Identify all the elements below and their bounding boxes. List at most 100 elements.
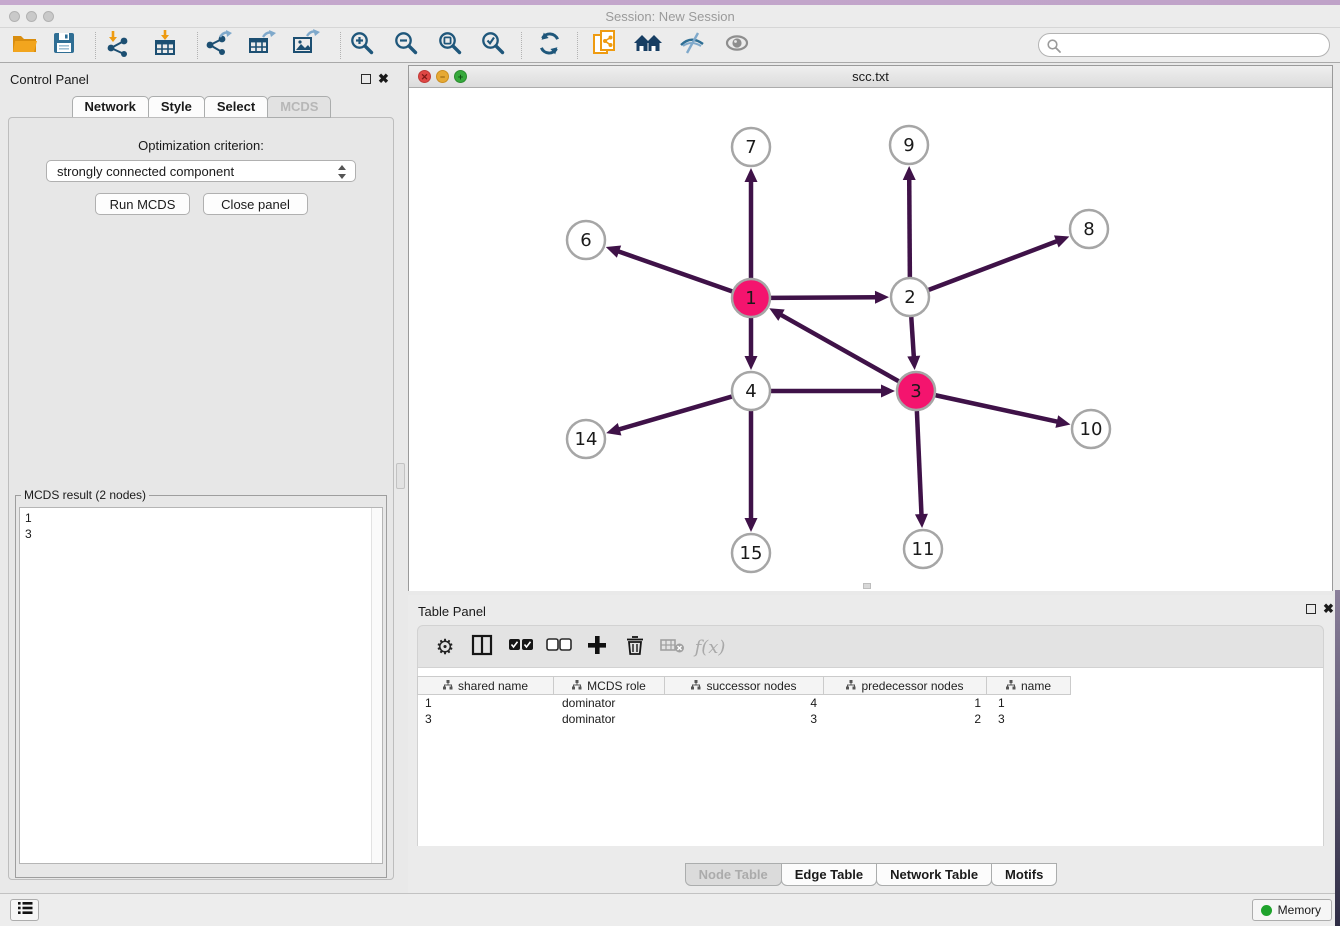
memory-button[interactable]: Memory bbox=[1252, 899, 1332, 921]
zoom-out-button[interactable] bbox=[388, 30, 424, 61]
graph-node-3[interactable]: 3 bbox=[897, 372, 935, 410]
table-tab-motifs[interactable]: Motifs bbox=[991, 863, 1057, 886]
graph-edge-3-1[interactable] bbox=[779, 314, 899, 381]
refresh-icon bbox=[536, 30, 563, 62]
graph-node-9[interactable]: 9 bbox=[890, 126, 928, 164]
column-header-successor-nodes[interactable]: successor nodes bbox=[664, 676, 824, 695]
column-header-MCDS-role[interactable]: MCDS role bbox=[553, 676, 665, 695]
graph-edge-2-9[interactable] bbox=[909, 177, 910, 277]
table-tab-edge-table[interactable]: Edge Table bbox=[781, 863, 877, 886]
clone-network-button[interactable] bbox=[587, 30, 623, 61]
export-image-button[interactable] bbox=[287, 30, 323, 61]
table-cell[interactable]: 3 bbox=[991, 711, 1076, 727]
network-window-title: scc.txt bbox=[409, 69, 1332, 84]
table-cell[interactable]: 3 bbox=[667, 711, 827, 727]
desktop-edge bbox=[1335, 590, 1340, 926]
table-row[interactable]: 3dominator323 bbox=[418, 711, 1076, 727]
criterion-select[interactable]: strongly connected component bbox=[46, 160, 356, 182]
graph-edge-2-8[interactable] bbox=[929, 240, 1059, 290]
graph-edge-1-6[interactable] bbox=[616, 251, 732, 292]
graph-node-4[interactable]: 4 bbox=[732, 372, 770, 410]
table-cell[interactable]: 1 bbox=[827, 695, 991, 711]
column-header-predecessor-nodes[interactable]: predecessor nodes bbox=[823, 676, 987, 695]
graph-edge-3-11[interactable] bbox=[917, 411, 922, 517]
import-network-icon bbox=[104, 29, 132, 62]
control-tab-network[interactable]: Network bbox=[72, 96, 149, 118]
graph-node-11[interactable]: 11 bbox=[904, 530, 942, 568]
close-panel-icon[interactable]: ✖ bbox=[378, 73, 389, 85]
graph-node-6[interactable]: 6 bbox=[567, 221, 605, 259]
window-resize-handle[interactable] bbox=[863, 583, 871, 589]
graph-arrowhead-2-3 bbox=[907, 356, 920, 370]
zoom-in-button[interactable] bbox=[344, 30, 380, 61]
panel-splitter-handle[interactable] bbox=[396, 463, 405, 489]
function-builder-button[interactable]: f(x) bbox=[693, 632, 727, 662]
table-cell[interactable]: dominator bbox=[555, 695, 667, 711]
export-table-button[interactable] bbox=[243, 30, 279, 61]
graph-edge-1-2[interactable] bbox=[771, 297, 878, 298]
table-row[interactable]: 1dominator411 bbox=[418, 695, 1076, 711]
table-tab-node-table[interactable]: Node Table bbox=[685, 863, 782, 886]
graph-node-15[interactable]: 15 bbox=[732, 534, 770, 572]
clone-network-icon bbox=[591, 28, 619, 63]
import-table-button[interactable] bbox=[147, 30, 183, 61]
delete-table-button[interactable] bbox=[655, 632, 689, 662]
close-table-panel-icon[interactable]: ✖ bbox=[1323, 603, 1334, 615]
search-field[interactable] bbox=[1038, 33, 1330, 57]
graph-node-1[interactable]: 1 bbox=[732, 279, 770, 317]
table-tab-network-table[interactable]: Network Table bbox=[876, 863, 992, 886]
select-all-button[interactable] bbox=[504, 632, 538, 662]
table-cell[interactable]: dominator bbox=[555, 711, 667, 727]
svg-text:9: 9 bbox=[903, 135, 914, 156]
graph-node-2[interactable]: 2 bbox=[891, 278, 929, 316]
run-mcds-button[interactable]: Run MCDS bbox=[95, 193, 190, 215]
control-tab-style[interactable]: Style bbox=[148, 96, 205, 118]
refresh-view-button[interactable] bbox=[531, 30, 567, 61]
table-cell[interactable]: 1 bbox=[418, 695, 555, 711]
export-image-icon bbox=[291, 29, 320, 62]
add-button[interactable] bbox=[580, 632, 614, 662]
deselect-all-button[interactable] bbox=[542, 632, 576, 662]
column-header-name[interactable]: name bbox=[986, 676, 1071, 695]
control-panel: Control Panel ✖ NetworkStyleSelectMCDS O… bbox=[0, 63, 402, 893]
show-all-button[interactable] bbox=[719, 30, 755, 61]
graph-node-10[interactable]: 10 bbox=[1072, 410, 1110, 448]
search-input[interactable] bbox=[1065, 36, 1320, 54]
control-tab-select[interactable]: Select bbox=[204, 96, 268, 118]
float-panel-icon[interactable] bbox=[361, 74, 371, 84]
graph-node-14[interactable]: 14 bbox=[567, 420, 605, 458]
control-tab-mcds[interactable]: MCDS bbox=[267, 96, 331, 118]
table-settings-button[interactable]: ⚙ bbox=[428, 632, 462, 662]
first-neighbors-button[interactable] bbox=[630, 30, 666, 61]
export-network-button[interactable] bbox=[200, 30, 236, 61]
zoom-selected-button[interactable] bbox=[475, 30, 511, 61]
delete-button[interactable] bbox=[618, 632, 652, 662]
graph-edge-4-14[interactable] bbox=[617, 397, 732, 430]
table-cell[interactable]: 1 bbox=[991, 695, 1076, 711]
save-session-button[interactable] bbox=[46, 30, 82, 61]
column-header-shared-name[interactable]: shared name bbox=[417, 676, 554, 695]
table-cell[interactable]: 4 bbox=[667, 695, 827, 711]
column-tree-icon bbox=[443, 679, 453, 693]
graph-edge-3-10[interactable] bbox=[936, 395, 1060, 422]
table-cell[interactable]: 2 bbox=[827, 711, 991, 727]
network-graph[interactable]: 1 2 3 4 6 7 8 9 10 11 14 15 bbox=[409, 88, 1332, 591]
toolbar-separator bbox=[577, 32, 578, 59]
graph-arrowhead-1-7 bbox=[745, 168, 758, 182]
mcds-result-box[interactable]: 1 3 bbox=[19, 507, 383, 864]
import-network-button[interactable] bbox=[100, 30, 136, 61]
task-history-button[interactable] bbox=[10, 899, 39, 921]
result-scrollbar[interactable] bbox=[371, 508, 382, 863]
float-table-panel-icon[interactable] bbox=[1306, 604, 1316, 614]
network-canvas[interactable]: 1 2 3 4 6 7 8 9 10 11 14 15 bbox=[409, 88, 1332, 591]
network-window-titlebar[interactable]: ✕ − + scc.txt bbox=[409, 66, 1332, 88]
open-file-button[interactable] bbox=[6, 30, 42, 61]
close-panel-button[interactable]: Close panel bbox=[203, 193, 308, 215]
table-cell[interactable]: 3 bbox=[418, 711, 555, 727]
hide-selected-button[interactable] bbox=[674, 30, 710, 61]
graph-edge-2-3[interactable] bbox=[911, 317, 914, 359]
show-column-button[interactable] bbox=[465, 632, 499, 662]
graph-node-8[interactable]: 8 bbox=[1070, 210, 1108, 248]
zoom-fit-button[interactable] bbox=[432, 30, 468, 61]
graph-node-7[interactable]: 7 bbox=[732, 128, 770, 166]
